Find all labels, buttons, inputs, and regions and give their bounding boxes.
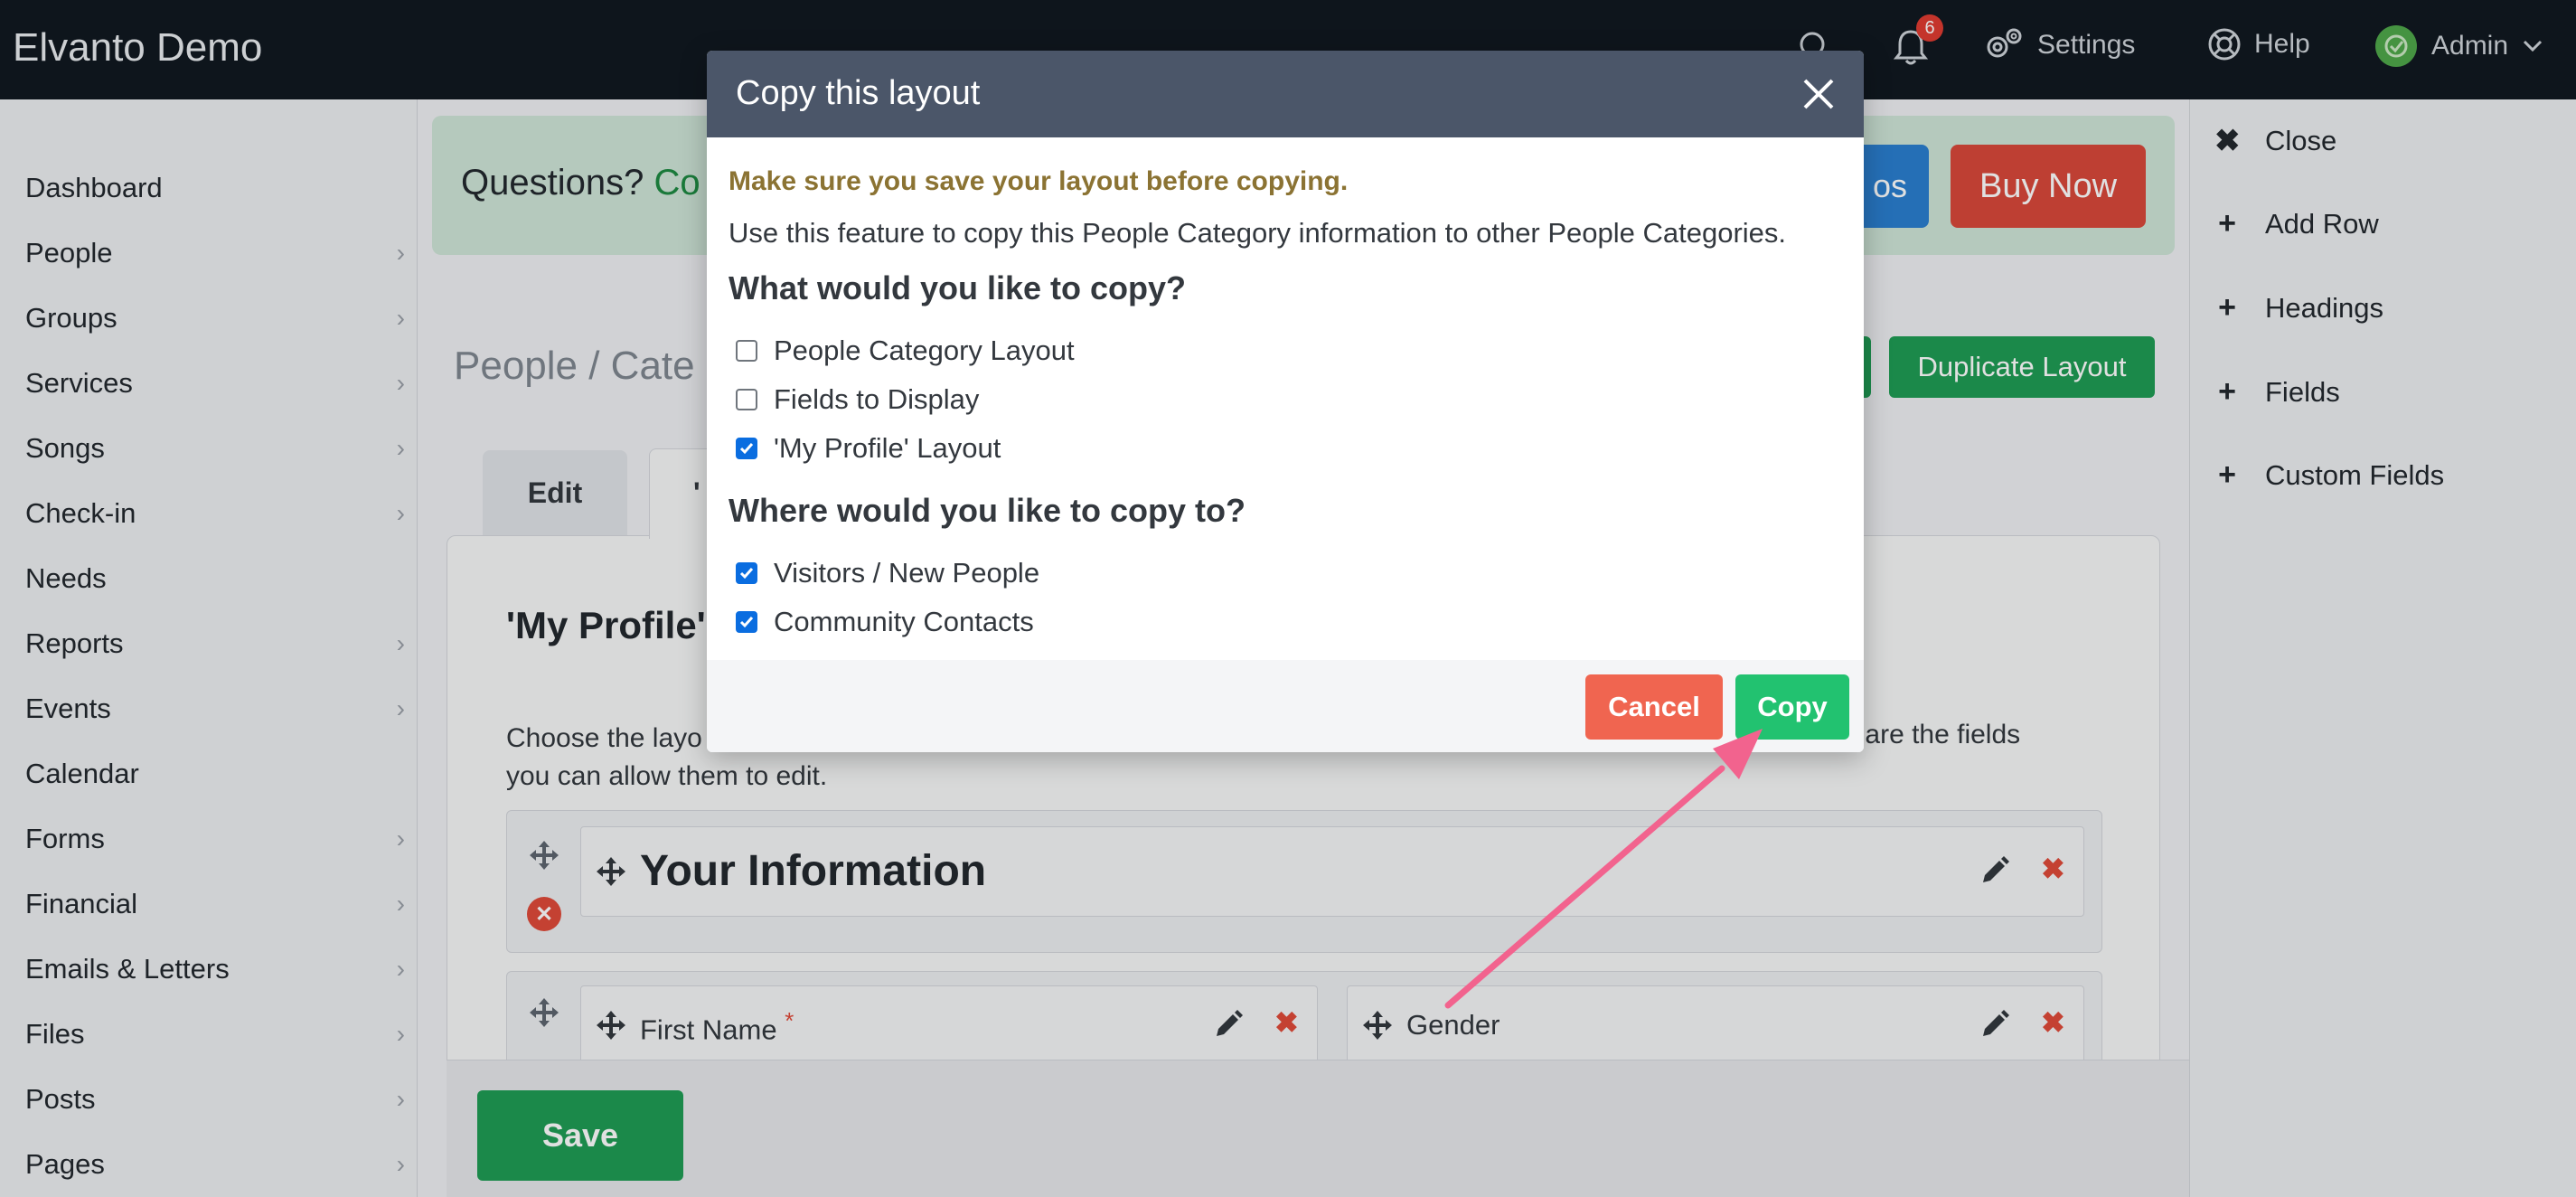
checkbox-checked[interactable] (736, 438, 757, 459)
checkbox-option[interactable]: Visitors / New People (736, 557, 1039, 589)
checkbox-label: 'My Profile' Layout (774, 432, 1001, 464)
checkbox-label: People Category Layout (774, 335, 1075, 366)
checkbox-label: Fields to Display (774, 383, 980, 415)
checkbox-option[interactable]: 'My Profile' Layout (736, 432, 1001, 465)
copy-layout-modal: Copy this layout Make sure you save your… (707, 51, 1864, 752)
copy-button[interactable]: Copy (1735, 674, 1849, 740)
checkbox-option[interactable]: People Category Layout (736, 335, 1075, 367)
checkbox-checked[interactable] (736, 562, 757, 584)
modal-header: Copy this layout (707, 51, 1864, 137)
modal-description: Use this feature to copy this People Cat… (729, 217, 1787, 249)
cancel-button[interactable]: Cancel (1585, 674, 1723, 740)
checkbox-label: Visitors / New People (774, 557, 1040, 589)
checkbox-unchecked[interactable] (736, 389, 757, 410)
checkbox-label: Community Contacts (774, 606, 1034, 637)
checkbox-option[interactable]: Community Contacts (736, 606, 1034, 638)
checkbox-checked[interactable] (736, 611, 757, 633)
close-icon[interactable] (1795, 71, 1842, 118)
modal-warning: Make sure you save your layout before co… (729, 166, 1349, 196)
checkbox-unchecked[interactable] (736, 340, 757, 362)
copy-to-heading: Where would you like to copy to? (729, 492, 1246, 529)
checkbox-option[interactable]: Fields to Display (736, 383, 979, 416)
copy-what-heading: What would you like to copy? (729, 269, 1187, 306)
modal-title: Copy this layout (736, 74, 981, 112)
